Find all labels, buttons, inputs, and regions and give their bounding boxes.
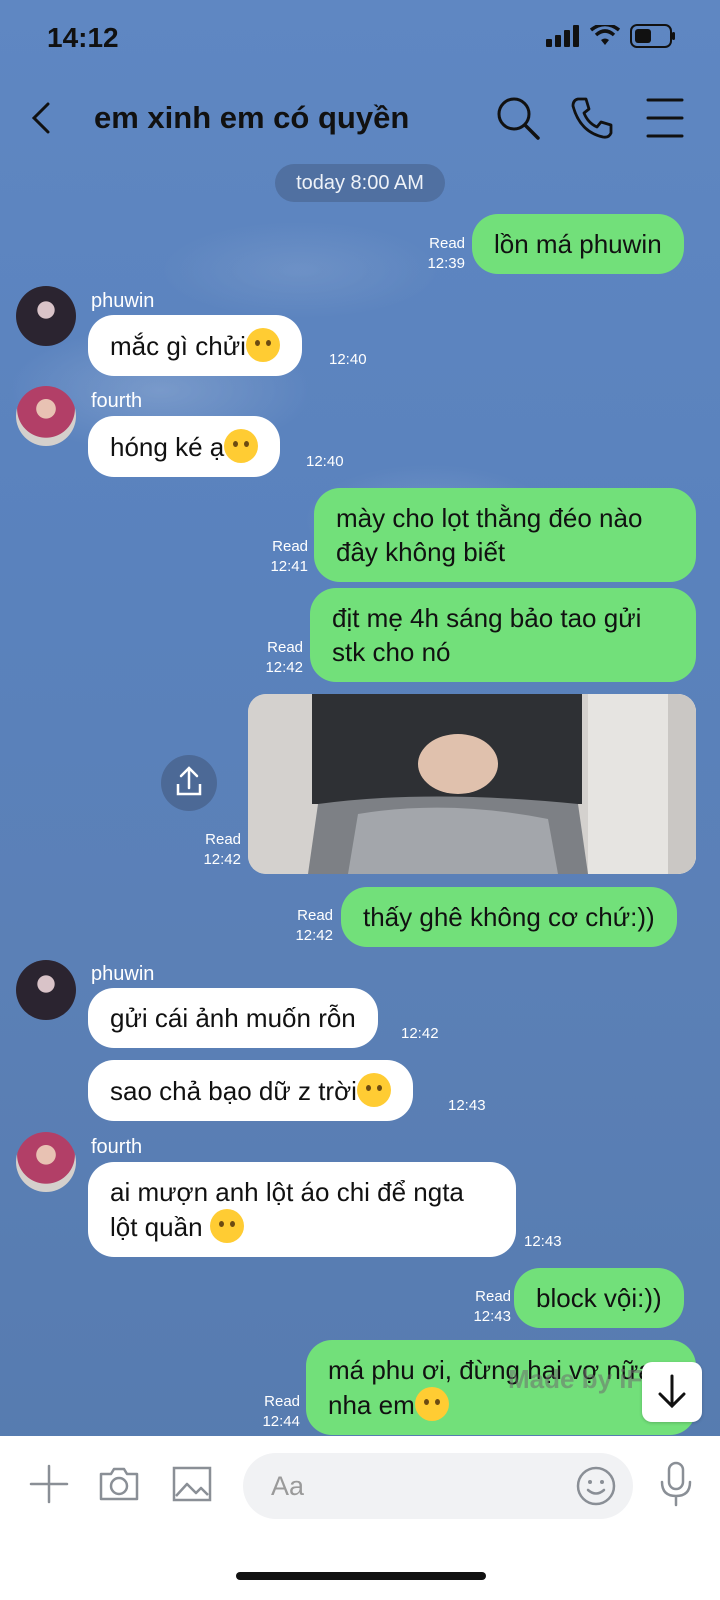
message-time: 12:44 bbox=[262, 1413, 300, 1430]
incoming-message[interactable]: mắc gì chửi bbox=[88, 315, 302, 376]
avatar-phuwin[interactable] bbox=[16, 286, 76, 346]
photo-message[interactable] bbox=[248, 694, 696, 874]
outgoing-message[interactable]: địt mẹ 4h sáng bảo tao gửi stk cho nó bbox=[310, 588, 696, 682]
message-text: sao chả bạo dữ z trời bbox=[110, 1076, 357, 1106]
message-text: mắc gì chửi bbox=[110, 331, 246, 361]
message-meta: Read 12:42 bbox=[288, 906, 333, 946]
incoming-message[interactable]: gửi cái ảnh muốn rỗn bbox=[88, 988, 378, 1048]
message-text: lồn má phuwin bbox=[494, 229, 662, 259]
avatar-phuwin[interactable] bbox=[16, 960, 76, 1020]
pleading-face-emoji-icon bbox=[414, 1387, 449, 1421]
message-meta: Read 12:43 bbox=[466, 1287, 511, 1327]
message-text: gửi cái ảnh muốn rỗn bbox=[110, 1003, 356, 1033]
sender-name: fourth bbox=[91, 1136, 143, 1158]
kissing-face-emoji-icon bbox=[224, 429, 259, 463]
battery-icon bbox=[630, 24, 675, 48]
message-time: 12:41 bbox=[270, 558, 308, 575]
read-receipt: Read bbox=[475, 1288, 511, 1305]
read-receipt: Read bbox=[272, 538, 308, 555]
halo-face-emoji-icon bbox=[356, 1073, 391, 1107]
melting-face-emoji-icon bbox=[245, 328, 280, 362]
message-text: thấy ghê không cơ chứ:)) bbox=[363, 902, 655, 932]
outgoing-message[interactable]: block vội:)) bbox=[514, 1268, 684, 1328]
message-text-line2: lột quần bbox=[110, 1212, 203, 1242]
share-upload-icon bbox=[176, 766, 202, 796]
outgoing-message[interactable]: lồn má phuwin bbox=[472, 214, 684, 274]
sender-name: fourth bbox=[91, 390, 143, 412]
chat-header: em xinh em có quyền bbox=[0, 80, 720, 160]
phone-icon[interactable] bbox=[568, 94, 616, 142]
message-meta: Read 12:39 bbox=[420, 234, 465, 274]
plus-icon[interactable] bbox=[27, 1462, 71, 1506]
message-meta: Read 12:42 bbox=[196, 830, 241, 870]
message-time: 12:40 bbox=[329, 351, 367, 368]
message-time: 12:40 bbox=[306, 453, 344, 470]
message-time: 12:43 bbox=[473, 1308, 511, 1325]
message-text: hóng ké ạ bbox=[110, 432, 225, 462]
status-time: 14:12 bbox=[47, 22, 119, 53]
incoming-message[interactable]: ai mượn anh lột áo chi để ngta lột quần bbox=[88, 1162, 516, 1257]
message-meta: Read 12:42 bbox=[258, 638, 303, 678]
message-text-line1: mày cho lọt thằng đéo nào bbox=[336, 503, 643, 533]
message-text-line2: stk cho nó bbox=[332, 637, 451, 667]
photo-image bbox=[248, 694, 696, 874]
search-icon[interactable] bbox=[494, 94, 542, 142]
message-text-line1: ai mượn anh lột áo chi để ngta bbox=[110, 1177, 464, 1207]
read-receipt: Read bbox=[297, 907, 333, 924]
sender-name: phuwin bbox=[91, 290, 155, 312]
outgoing-message[interactable]: thấy ghê không cơ chứ:)) bbox=[341, 887, 677, 947]
message-text-line2: nha em bbox=[328, 1390, 415, 1420]
scroll-to-bottom-button[interactable] bbox=[642, 1362, 702, 1422]
message-time: 12:42 bbox=[295, 927, 333, 944]
incoming-message[interactable]: hóng ké ạ bbox=[88, 416, 281, 477]
signal-icon bbox=[546, 25, 579, 47]
share-button[interactable] bbox=[161, 755, 217, 811]
message-meta: Read 12:44 bbox=[255, 1392, 300, 1432]
message-time: 12:42 bbox=[203, 851, 241, 868]
home-indicator bbox=[236, 1572, 486, 1580]
chat-title: em xinh em có quyền bbox=[94, 100, 410, 135]
read-receipt: Read bbox=[429, 235, 465, 252]
message-input-field[interactable] bbox=[243, 1453, 633, 1519]
avatar-fourth[interactable] bbox=[16, 386, 76, 446]
image-icon[interactable] bbox=[170, 1462, 214, 1506]
avatar-fourth[interactable] bbox=[16, 1132, 76, 1192]
emoji-picker-icon[interactable] bbox=[575, 1465, 617, 1507]
message-meta: Read 12:41 bbox=[263, 537, 308, 577]
menu-icon[interactable] bbox=[642, 94, 690, 142]
message-time: 12:43 bbox=[524, 1233, 562, 1250]
read-receipt: Read bbox=[267, 639, 303, 656]
back-arrow-icon[interactable] bbox=[22, 98, 62, 138]
read-receipt: Read bbox=[205, 831, 241, 848]
outgoing-message[interactable]: mày cho lọt thằng đéo nào đây không biết bbox=[314, 488, 696, 582]
message-input[interactable] bbox=[271, 1453, 561, 1519]
message-time: 12:43 bbox=[448, 1097, 486, 1114]
message-time: 12:39 bbox=[427, 255, 465, 272]
read-receipt: Read bbox=[264, 1393, 300, 1410]
message-text-line2: đây không biết bbox=[336, 537, 506, 567]
wifi-icon bbox=[590, 25, 620, 45]
sender-name: phuwin bbox=[91, 963, 155, 985]
incoming-message[interactable]: sao chả bạo dữ z trời bbox=[88, 1060, 413, 1121]
camera-icon[interactable] bbox=[97, 1462, 141, 1506]
smirk-face-emoji-icon bbox=[209, 1209, 244, 1243]
date-separator: today 8:00 AM bbox=[275, 164, 445, 202]
message-time: 12:42 bbox=[265, 659, 303, 676]
message-time: 12:42 bbox=[401, 1025, 439, 1042]
message-text: block vội:)) bbox=[536, 1283, 662, 1313]
microphone-icon[interactable] bbox=[654, 1460, 698, 1508]
message-text-line1: địt mẹ 4h sáng bảo tao gửi bbox=[332, 603, 642, 633]
status-icons bbox=[546, 24, 676, 48]
arrow-down-icon bbox=[658, 1374, 686, 1409]
